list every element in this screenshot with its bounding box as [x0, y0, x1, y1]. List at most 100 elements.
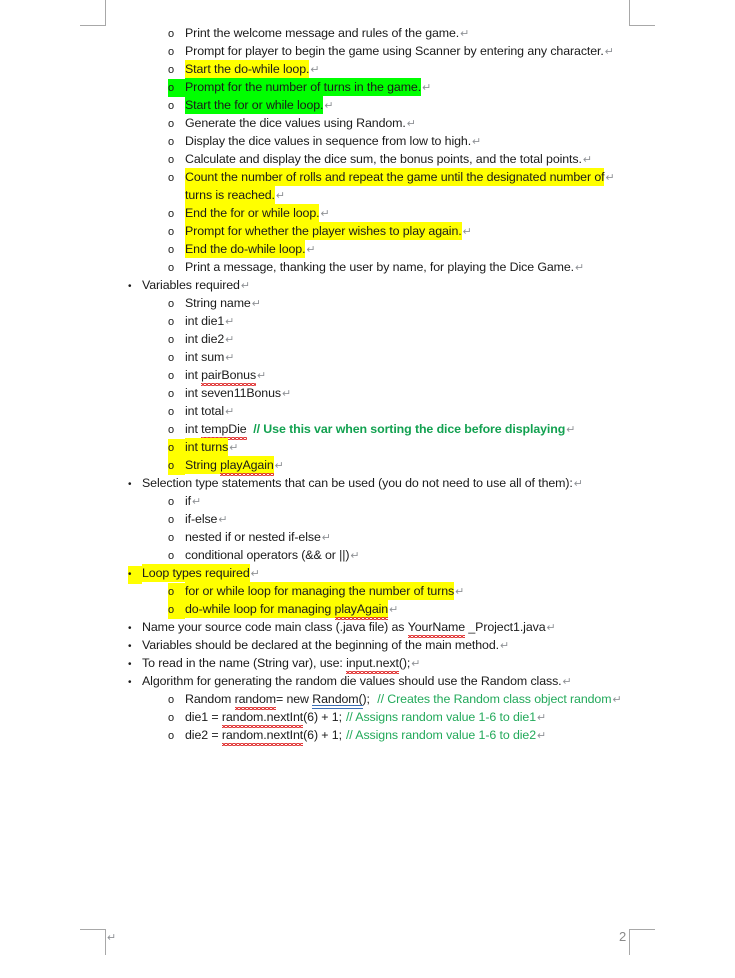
line-text: Prompt for player to begin the game usin… [185, 44, 604, 58]
line-text: int pairBonus [185, 368, 257, 386]
crop-mark-top-right [629, 0, 655, 26]
circle-marker: o [168, 424, 175, 436]
code-comment: // Use this var when sorting the dice be… [253, 422, 566, 436]
circle-marker: o [168, 262, 175, 274]
line-text: End the for or while loop. [185, 204, 320, 222]
document-line: o Print the welcome message and rules of … [0, 24, 735, 42]
circle-marker: o [168, 457, 185, 475]
line-text: Selection type statements that can be us… [142, 476, 573, 490]
paragraph-mark: ↵ [282, 388, 292, 400]
document-line: • Selection type statements that can be u… [0, 474, 735, 492]
paragraph-mark: ↵ [225, 406, 235, 418]
spellcheck-word: pairBonus [201, 368, 257, 386]
paragraph-mark: ↵ [411, 658, 421, 670]
document-line: o int sum↵ [0, 348, 735, 366]
document-line: o Count the number of rolls and repeat th… [0, 168, 735, 186]
paragraph-mark: ↵ [499, 640, 510, 652]
line-text: int total [185, 404, 225, 418]
document-line: turns is reached.↵ [0, 186, 735, 204]
paragraph-mark: ↵ [274, 460, 284, 472]
circle-marker: o [168, 244, 175, 256]
document-body: o Print the welcome message and rules of … [0, 24, 735, 746]
line-text: die1 = random.nextInt(6) + 1;// Assigns … [185, 710, 536, 728]
paragraph-mark: ↵ [218, 514, 228, 526]
line-text: Print a message, thanking the user by na… [185, 260, 575, 274]
document-line: o Prompt for the number of turns in the g… [0, 78, 735, 97]
paragraph-mark: ↵ [562, 676, 572, 688]
paragraph-mark: ↵ [455, 586, 465, 598]
circle-marker: o [168, 370, 175, 382]
grammarcheck-word: Random( [312, 692, 363, 709]
circle-marker: o [168, 583, 185, 601]
paragraph-mark: ↵ [582, 154, 592, 166]
paragraph-mark: ↵ [406, 118, 416, 130]
circle-marker: o [168, 154, 175, 166]
circle-marker: o [168, 730, 175, 742]
circle-marker: o [168, 208, 175, 220]
document-line: o int die2↵ [0, 330, 735, 348]
document-line: o nested if or nested if-else↵ [0, 528, 735, 546]
line-text: Generate the dice values using Random. [185, 116, 406, 130]
line-text: int tempDie // Use this var when sorting… [185, 422, 566, 440]
circle-marker: o [168, 496, 175, 508]
document-line: o End the for or while loop.↵ [0, 204, 735, 222]
circle-marker: o [168, 694, 175, 706]
circle-marker: o [168, 352, 175, 364]
paragraph-mark: ↵ [573, 478, 583, 490]
line-text: turns is reached. [185, 186, 275, 204]
circle-marker: o [168, 514, 175, 526]
circle-marker: o [168, 388, 175, 400]
paragraph-mark: ↵ [310, 64, 320, 76]
line-text: do-while loop for managing playAgain [185, 600, 389, 620]
line-text: Start the for or while loop. [185, 96, 324, 114]
line-text: int die2 [185, 332, 225, 346]
line-text: Name your source code main class (.java … [142, 620, 546, 638]
document-line: • Variables should be declared at the beg… [0, 636, 735, 654]
line-text: Variables should be declared at the begi… [142, 638, 499, 652]
spellcheck-word: input.next [346, 656, 399, 674]
document-line: o if↵ [0, 492, 735, 510]
document-line: • To read in the name (String var), use: … [0, 654, 735, 674]
line-text: int seven11Bonus [185, 386, 281, 400]
line-text: Variables required [142, 278, 240, 292]
circle-marker: o [168, 172, 175, 184]
document-line: o die1 = random.nextInt(6) + 1;// Assigns… [0, 708, 735, 728]
paragraph-mark: ↵ [225, 352, 235, 364]
line-text: int die1 [185, 314, 225, 328]
document-line: o if-else↵ [0, 510, 735, 528]
spellcheck-word: tempDie [201, 422, 248, 440]
circle-marker: o [168, 46, 175, 58]
paragraph-mark: ↵ [575, 262, 585, 274]
paragraph-mark: ↵ [250, 568, 260, 580]
line-text: String playAgain [185, 456, 274, 476]
line-text: die2 = random.nextInt(6) + 1;// Assigns … [185, 728, 536, 746]
paragraph-mark: ↵ [460, 28, 470, 40]
line-text: End the do-while loop. [185, 240, 306, 258]
document-line: o do-while loop for managing playAgain↵ [0, 600, 735, 620]
paragraph-mark: ↵ [566, 424, 576, 436]
paragraph-mark: ↵ [192, 496, 202, 508]
circle-marker: o [168, 64, 175, 76]
circle-marker: o [168, 334, 175, 346]
circle-marker: o [168, 439, 185, 457]
line-text: for or while loop for managing the numbe… [185, 582, 455, 600]
document-line: o Display the dice values in sequence fro… [0, 132, 735, 150]
circle-marker: o [168, 712, 175, 724]
line-text: Loop types required [142, 564, 250, 582]
circle-marker: o [168, 550, 175, 562]
line-text: Count the number of rolls and repeat the… [185, 168, 605, 186]
document-line: o Prompt for player to begin the game usi… [0, 42, 735, 60]
document-line: o Print a message, thanking the user by n… [0, 258, 735, 276]
spellcheck-word: playAgain [220, 458, 274, 476]
document-line: o conditional operators (&& or ||)↵ [0, 546, 735, 564]
line-text: Start the do-while loop. [185, 60, 310, 78]
paragraph-mark: ↵ [462, 226, 472, 238]
code-comment: // Assigns random value 1-6 to die2 [345, 728, 536, 742]
footer-paragraph-mark: ↵ [107, 932, 117, 944]
circle-marker: o [168, 601, 185, 619]
document-line: o String playAgain↵ [0, 456, 735, 476]
spellcheck-word: playAgain [334, 602, 389, 620]
spellcheck-word: random.nextInt [221, 710, 304, 728]
document-line: • Algorithm for generating the random die… [0, 672, 735, 690]
circle-marker: o [168, 28, 175, 40]
